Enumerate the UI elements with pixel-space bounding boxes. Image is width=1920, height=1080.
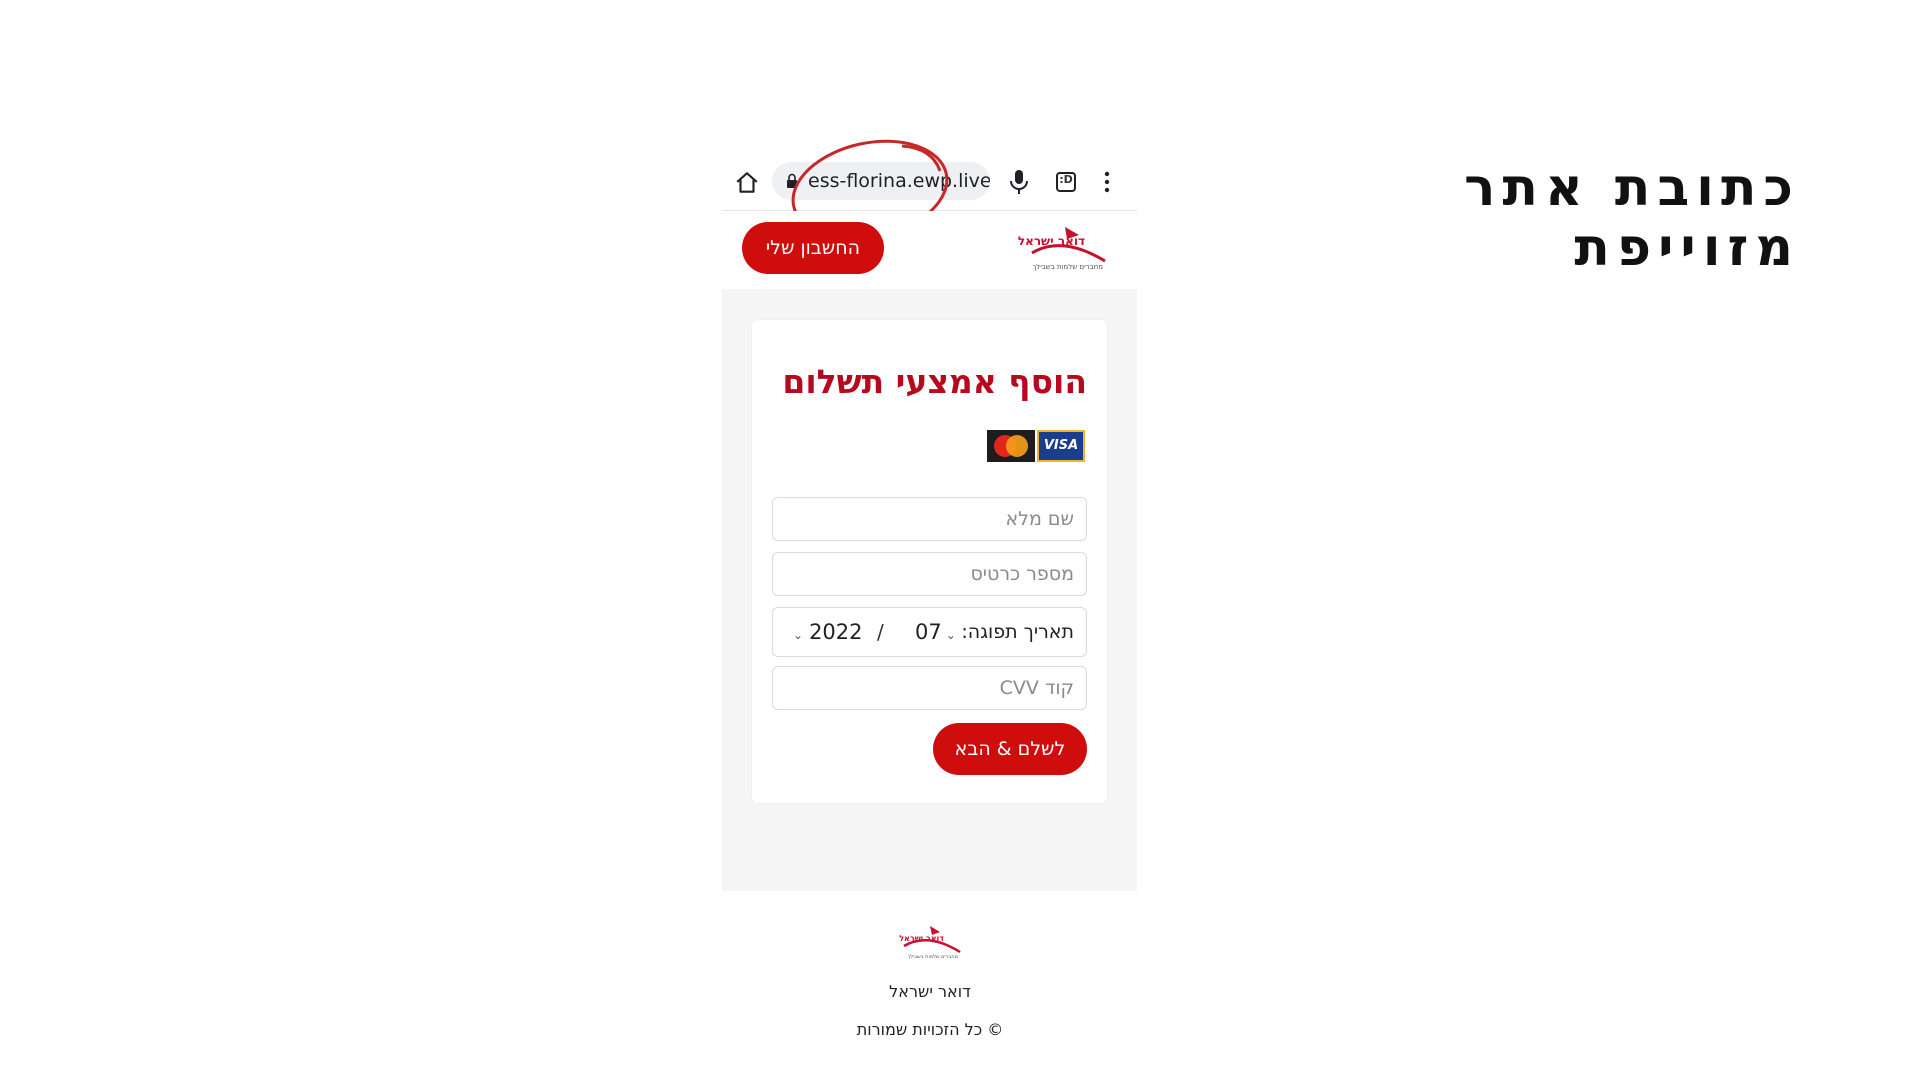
expiry-separator: /: [877, 620, 884, 644]
expiry-date-row: תאריך תפוגה: 07 ⌄ / ⌄ 2022: [772, 607, 1087, 657]
logo-text: דואר ישראל: [1018, 234, 1085, 248]
footer-logo-tagline: מחברים שלמות בשבילך: [908, 954, 958, 960]
mastercard-logo: [987, 430, 1035, 462]
slide-title: כתובת אתר מזוייפת: [1464, 158, 1800, 278]
expiry-month-select[interactable]: 07 ⌄: [915, 620, 956, 644]
chevron-down-icon: ⌄: [793, 628, 804, 642]
visa-logo: VISA: [1037, 430, 1085, 462]
mic-icon[interactable]: [1008, 168, 1030, 196]
lock-icon: [787, 173, 797, 188]
card-logos: VISA: [987, 430, 1085, 462]
full-name-input[interactable]: [772, 497, 1087, 541]
cvv-input[interactable]: [772, 666, 1087, 710]
expiry-year-select[interactable]: ⌄ 2022: [793, 620, 863, 644]
card-number-input[interactable]: [772, 552, 1087, 596]
footer-org-name: דואר ישראל: [889, 982, 971, 1001]
my-account-button[interactable]: החשבון שלי: [742, 222, 884, 274]
site-header: דואר ישראל מחברים שלמות בשבילך החשבון של…: [722, 211, 1137, 289]
footer-logo: דואר ישראל מחברים שלמות בשבילך: [899, 926, 961, 960]
footer-copyright: © כל הזכויות שמורות: [856, 1020, 1004, 1039]
phone-screenshot: ess-florina.ewp.live :D דואר ישראל מחברי…: [722, 139, 1137, 891]
browser-address-bar: ess-florina.ewp.live :D: [722, 139, 1137, 241]
expiry-year-value: 2022: [809, 620, 863, 644]
menu-icon[interactable]: [1103, 170, 1111, 194]
footer-logo-text: דואר ישראל: [899, 934, 944, 943]
home-icon[interactable]: [734, 170, 760, 196]
form-title: הוסף אמצעי תשלום: [782, 362, 1087, 401]
payment-form-card: הוסף אמצעי תשלום VISA תאריך תפוגה: 07⌄ /…: [752, 320, 1107, 803]
expiry-label: תאריך תפוגה:: [961, 621, 1074, 643]
logo-tagline: מחברים שלמות בשבילך: [1032, 263, 1103, 271]
tabs-count: :D: [1059, 173, 1073, 186]
chevron-down-icon: ⌄: [945, 628, 956, 642]
expiry-month-value: 07: [915, 620, 942, 644]
url-field[interactable]: ess-florina.ewp.live: [772, 162, 990, 200]
url-text: ess-florina.ewp.live: [808, 170, 990, 192]
pay-next-button[interactable]: לשלם & הבא: [933, 723, 1087, 775]
israel-post-logo[interactable]: דואר ישראל מחברים שלמות בשבילך: [1017, 221, 1117, 276]
